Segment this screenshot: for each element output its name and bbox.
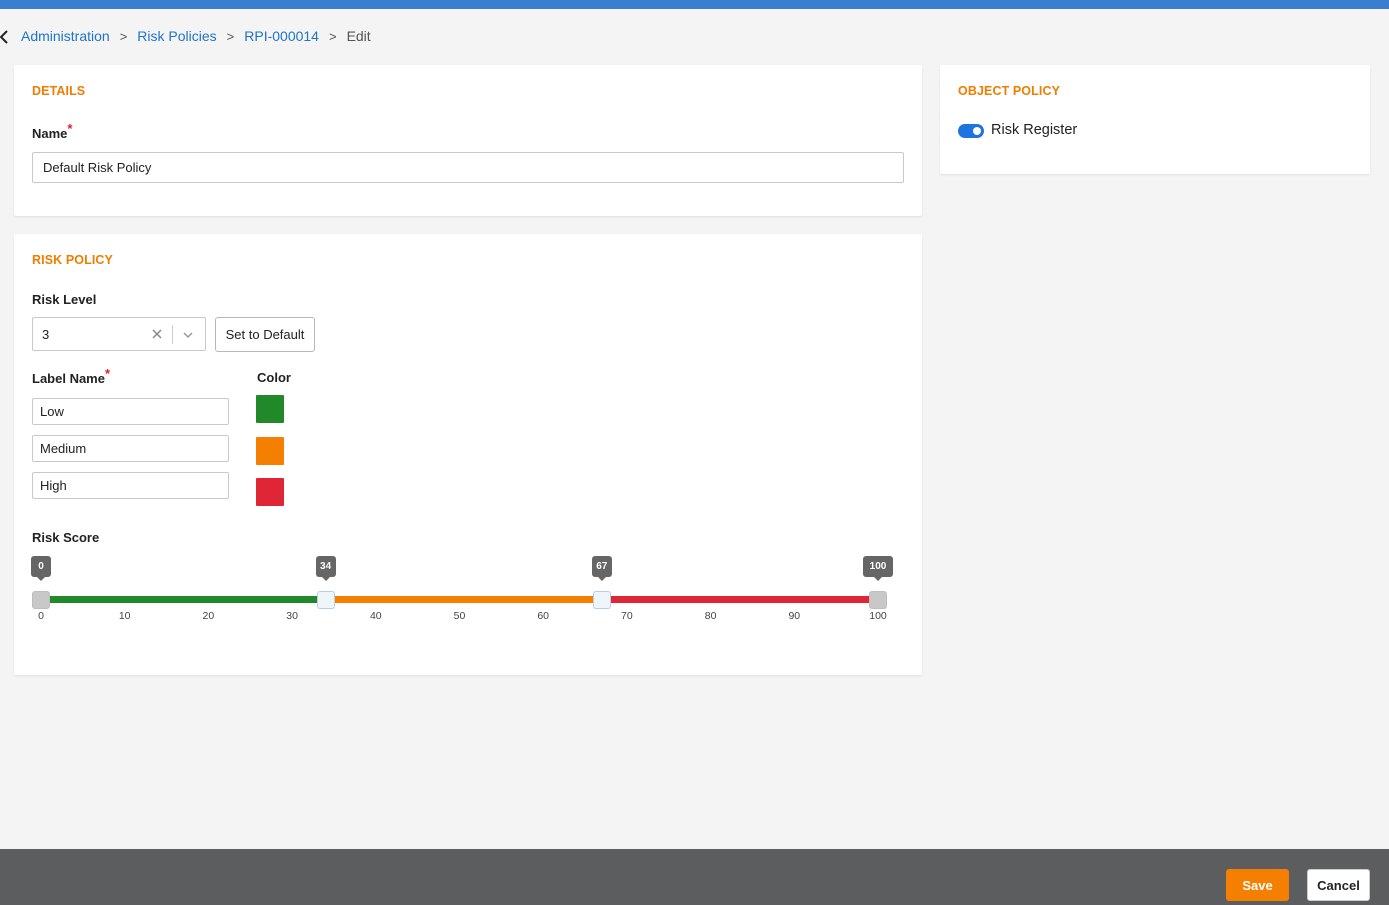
slider-tick-label: 10 bbox=[118, 610, 131, 622]
label-name-header-text: Label Name bbox=[32, 371, 105, 386]
breadcrumb: Administration > Risk Policies > RPI-000… bbox=[21, 28, 371, 44]
required-mark: * bbox=[104, 366, 111, 381]
slider-min-handle[interactable] bbox=[32, 591, 50, 609]
slider-track-medium bbox=[325, 596, 602, 603]
slider-tick-label: 100 bbox=[869, 610, 887, 622]
slider-tick-label: 20 bbox=[202, 610, 215, 622]
name-label: Name* bbox=[32, 121, 72, 141]
slider-track-low bbox=[41, 596, 326, 603]
object-policy-title: OBJECT POLICY bbox=[958, 84, 1061, 98]
footer-bar bbox=[0, 849, 1389, 905]
breadcrumb-current: Edit bbox=[346, 28, 371, 44]
slider-value-badge: 34 bbox=[315, 556, 336, 581]
slider-value-badge: 0 bbox=[31, 556, 51, 581]
select-divider bbox=[172, 325, 173, 344]
slider-tick-label: 40 bbox=[369, 610, 382, 622]
level-label-input-high[interactable] bbox=[32, 472, 229, 499]
slider-tick-label: 0 bbox=[38, 610, 44, 622]
risk-level-value: 3 bbox=[42, 327, 50, 342]
slider-threshold-handle[interactable] bbox=[592, 591, 611, 609]
breadcrumb-separator: > bbox=[328, 28, 337, 44]
slider-tick-label: 90 bbox=[788, 610, 801, 622]
name-label-text: Name bbox=[32, 126, 68, 141]
save-button[interactable]: Save bbox=[1226, 869, 1289, 901]
slider-value-badge: 67 bbox=[591, 556, 612, 581]
slider-tick-label: 60 bbox=[537, 610, 550, 622]
color-header: Color bbox=[257, 370, 291, 385]
risk-level-label: Risk Level bbox=[32, 292, 97, 307]
slider-tick-label: 70 bbox=[621, 610, 633, 622]
slider-max-handle[interactable] bbox=[869, 591, 887, 609]
clear-icon[interactable] bbox=[151, 328, 163, 340]
level-label-input-low[interactable] bbox=[32, 398, 229, 425]
breadcrumb-administration[interactable]: Administration bbox=[21, 28, 110, 44]
risk-score-label: Risk Score bbox=[32, 530, 100, 545]
cancel-button[interactable]: Cancel bbox=[1307, 869, 1370, 901]
required-mark: * bbox=[67, 121, 73, 136]
slider-tick-label: 80 bbox=[704, 610, 717, 622]
set-to-default-button[interactable]: Set to Default bbox=[215, 317, 315, 352]
color-swatch-low[interactable] bbox=[256, 395, 284, 423]
level-label-input-medium[interactable] bbox=[32, 435, 229, 462]
top-accent-bar bbox=[0, 0, 1389, 9]
risk-level-select[interactable]: 3 bbox=[32, 317, 206, 351]
slider-tick-label: 30 bbox=[286, 610, 298, 622]
risk-policy-card: RISK POLICY Risk Level 3 Set to Default … bbox=[14, 234, 922, 675]
slider-tick-label: 50 bbox=[453, 610, 466, 622]
slider-value-badge: 100 bbox=[863, 556, 893, 581]
breadcrumb-risk-policies[interactable]: Risk Policies bbox=[137, 28, 216, 44]
details-card: DETAILS Name* bbox=[14, 65, 922, 216]
color-swatch-high[interactable] bbox=[256, 478, 284, 506]
risk-policy-title: RISK POLICY bbox=[32, 253, 113, 267]
chevron-down-icon[interactable] bbox=[182, 329, 194, 341]
slider-track-high bbox=[601, 596, 878, 603]
back-arrow-icon[interactable] bbox=[0, 29, 10, 45]
breadcrumb-separator: > bbox=[226, 28, 235, 44]
breadcrumb-policy-id[interactable]: RPI-000014 bbox=[244, 28, 319, 44]
color-swatch-medium[interactable] bbox=[256, 437, 284, 465]
label-name-header: Label Name* bbox=[32, 366, 110, 386]
breadcrumb-separator: > bbox=[119, 28, 128, 44]
name-input[interactable] bbox=[32, 152, 904, 183]
risk-register-label: Risk Register bbox=[991, 122, 1078, 138]
slider-threshold-handle[interactable] bbox=[316, 591, 335, 609]
details-title: DETAILS bbox=[32, 84, 86, 98]
object-policy-card: OBJECT POLICY Risk Register bbox=[940, 65, 1370, 174]
risk-register-toggle[interactable] bbox=[958, 124, 984, 138]
